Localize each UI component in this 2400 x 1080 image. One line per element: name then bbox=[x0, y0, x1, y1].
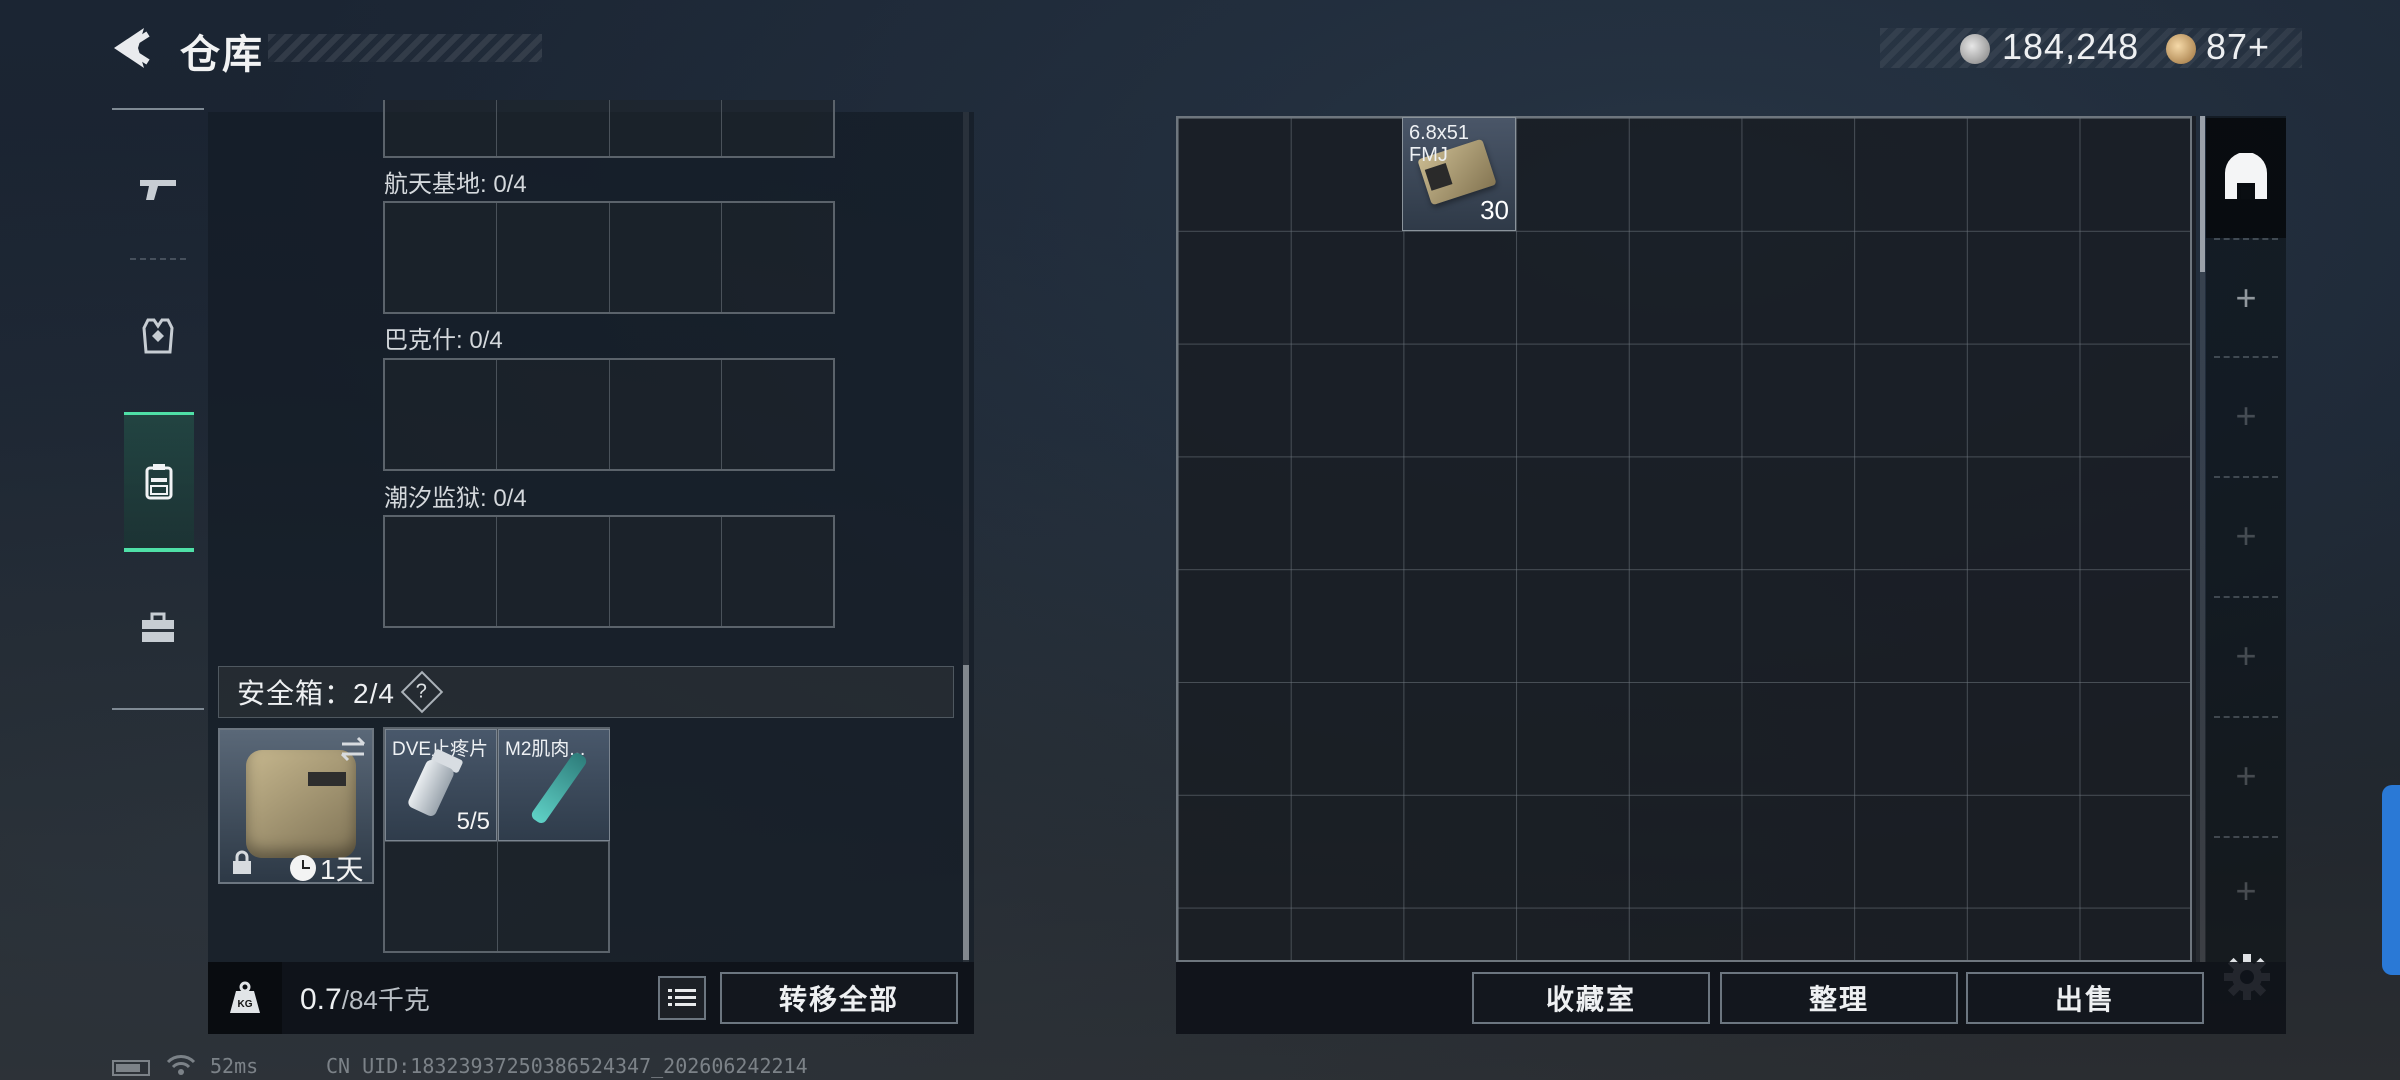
nav-bottom-line bbox=[112, 708, 204, 710]
vest-icon bbox=[142, 318, 174, 354]
svg-text:KG: KG bbox=[238, 999, 253, 1010]
safebox-label: 安全箱：2/4 bbox=[237, 678, 395, 709]
safebox-grid[interactable]: DVE止疼片 5/5 M2肌肉... bbox=[383, 727, 610, 953]
sell-button[interactable]: 出售 bbox=[1966, 972, 2204, 1024]
tab-add-5[interactable]: + bbox=[2206, 716, 2286, 836]
safebox-card[interactable]: 1天 bbox=[218, 728, 374, 885]
nav-item-backpack[interactable] bbox=[124, 412, 194, 552]
uid-readout: CN UID:18323937250386524347_202606242214 bbox=[326, 1054, 808, 1078]
storage-house-icon bbox=[2225, 153, 2267, 199]
sort-button[interactable]: 整理 bbox=[1720, 972, 1958, 1024]
tab-add-1[interactable]: + bbox=[2206, 238, 2286, 358]
nav-item-equipment[interactable] bbox=[112, 276, 204, 396]
container-label-bakhsh: 巴克什: 0/4 bbox=[384, 327, 503, 354]
lock-icon bbox=[233, 850, 251, 874]
clock-icon bbox=[290, 855, 316, 881]
battery-icon bbox=[112, 1060, 150, 1076]
syringe-icon bbox=[529, 750, 589, 826]
storage-grid[interactable] bbox=[1176, 116, 2192, 962]
tab-add-2[interactable]: + bbox=[2206, 356, 2286, 476]
container-grid-tidal-prison[interactable] bbox=[383, 515, 835, 628]
pistol-icon bbox=[140, 180, 176, 200]
plus-icon: + bbox=[2235, 515, 2257, 556]
weight-kg-icon: KG bbox=[230, 981, 260, 1013]
safebox-item-muscle-injector[interactable]: M2肌肉... bbox=[498, 729, 610, 841]
help-icon: ? bbox=[416, 680, 428, 703]
side-drawer-tab[interactable] bbox=[2382, 785, 2400, 975]
nav-item-toolbox[interactable] bbox=[112, 568, 204, 688]
currency-silver-amount: 184,248 bbox=[2002, 26, 2140, 67]
storage-scroll-thumb[interactable] bbox=[2200, 116, 2205, 272]
toolbox-icon bbox=[142, 612, 174, 642]
backpack-icon bbox=[145, 463, 173, 499]
item-name: M2肌肉... bbox=[505, 739, 586, 760]
safebox-timer: 1天 bbox=[290, 848, 364, 888]
pill-bottle-icon bbox=[406, 758, 456, 818]
safebox-item-painkiller[interactable]: DVE止疼片 5/5 bbox=[385, 729, 497, 841]
plus-icon: + bbox=[2235, 277, 2257, 318]
container-label-aerospace-base: 航天基地: 0/4 bbox=[384, 171, 527, 198]
inventory-scroll-thumb[interactable] bbox=[963, 665, 969, 960]
item-count: 30 bbox=[1480, 195, 1509, 225]
collection-room-button[interactable]: 收藏室 bbox=[1472, 972, 1710, 1024]
swap-icon[interactable] bbox=[338, 736, 368, 762]
safebox-image bbox=[246, 750, 356, 858]
nav-divider bbox=[130, 258, 186, 260]
transfer-all-button[interactable]: 转移全部 bbox=[720, 972, 958, 1024]
container-grid-partial[interactable] bbox=[383, 100, 835, 158]
tab-add-3[interactable]: + bbox=[2206, 476, 2286, 596]
back-button[interactable] bbox=[108, 24, 154, 72]
plus-icon: + bbox=[2235, 870, 2257, 911]
page-title: 仓库 bbox=[180, 33, 264, 77]
item-count: 5/5 bbox=[456, 808, 490, 835]
item-name: 6.8x51 FMJ bbox=[1409, 122, 1470, 166]
plus-icon: + bbox=[2235, 755, 2257, 796]
currency-premium-amount[interactable]: 87+ bbox=[2206, 26, 2270, 68]
list-icon bbox=[668, 989, 696, 1006]
safebox-help-button[interactable]: ? bbox=[400, 670, 444, 714]
back-arrow-icon bbox=[114, 28, 150, 68]
gold-coin-icon bbox=[2166, 34, 2196, 64]
weight-capacity: /84千克 bbox=[341, 985, 430, 1015]
container-grid-bakhsh[interactable] bbox=[383, 358, 835, 471]
tab-add-6[interactable]: + bbox=[2206, 836, 2286, 946]
weight-icon-box: KG bbox=[208, 962, 282, 1034]
weight-current: 0.7 bbox=[300, 983, 342, 1016]
weight-readout: 0.7/84千克 bbox=[300, 980, 430, 1017]
container-grid-aerospace-base[interactable] bbox=[383, 201, 835, 314]
plus-icon: + bbox=[2235, 395, 2257, 436]
list-view-button[interactable] bbox=[658, 976, 706, 1020]
storage-item-ammo[interactable]: 6.8x51 FMJ 30 bbox=[1402, 117, 1516, 231]
safebox-header: 安全箱：2/4 ? bbox=[218, 666, 954, 718]
storage-panel[interactable] bbox=[1176, 116, 2196, 962]
silver-coin-icon bbox=[1960, 34, 1990, 64]
plus-icon: + bbox=[2235, 635, 2257, 676]
wifi-icon bbox=[166, 1055, 196, 1075]
tab-main-storage[interactable] bbox=[2206, 118, 2286, 238]
title-decoration bbox=[268, 34, 542, 62]
container-label-tidal-prison: 潮汐监狱: 0/4 bbox=[384, 485, 527, 512]
tab-add-4[interactable]: + bbox=[2206, 596, 2286, 716]
nav-top-line bbox=[112, 108, 204, 110]
ping-readout: 52ms bbox=[210, 1054, 259, 1078]
safebox-timer-text: 1天 bbox=[320, 854, 364, 885]
nav-item-weapon[interactable] bbox=[112, 128, 204, 248]
